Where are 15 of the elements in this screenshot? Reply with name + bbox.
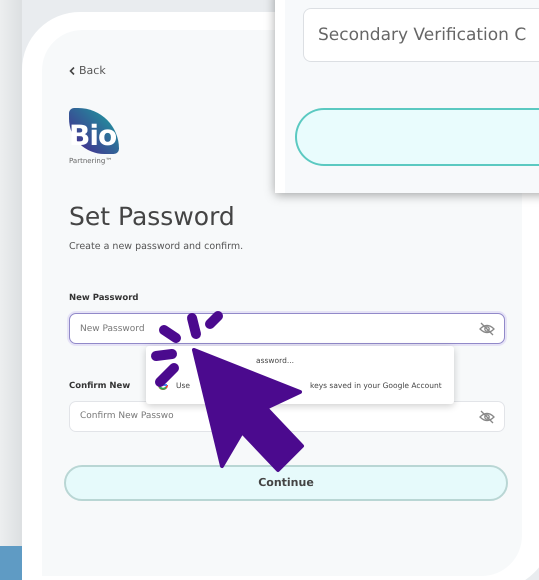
chevron-left-icon: [69, 67, 75, 75]
eye-slash-icon[interactable]: [479, 410, 495, 424]
page-title: Set Password: [69, 202, 235, 230]
submit-button[interactable]: [295, 108, 539, 166]
page-subtitle: Create a new password and confirm.: [69, 241, 244, 252]
field-label: New Password: [69, 293, 139, 304]
background-panel: [0, 546, 22, 580]
continue-button[interactable]: Continue: [64, 464, 508, 501]
password-field[interactable]: New Password: [69, 313, 505, 344]
mouse-pointer-icon: [192, 348, 304, 472]
back-link[interactable]: Back: [69, 62, 106, 80]
click-burst-icon: [151, 311, 223, 387]
field-label: Confirm New: [69, 381, 130, 391]
eye-slash-icon[interactable]: [479, 322, 495, 336]
verification-field[interactable]: Secondary Verification C: [303, 8, 539, 62]
